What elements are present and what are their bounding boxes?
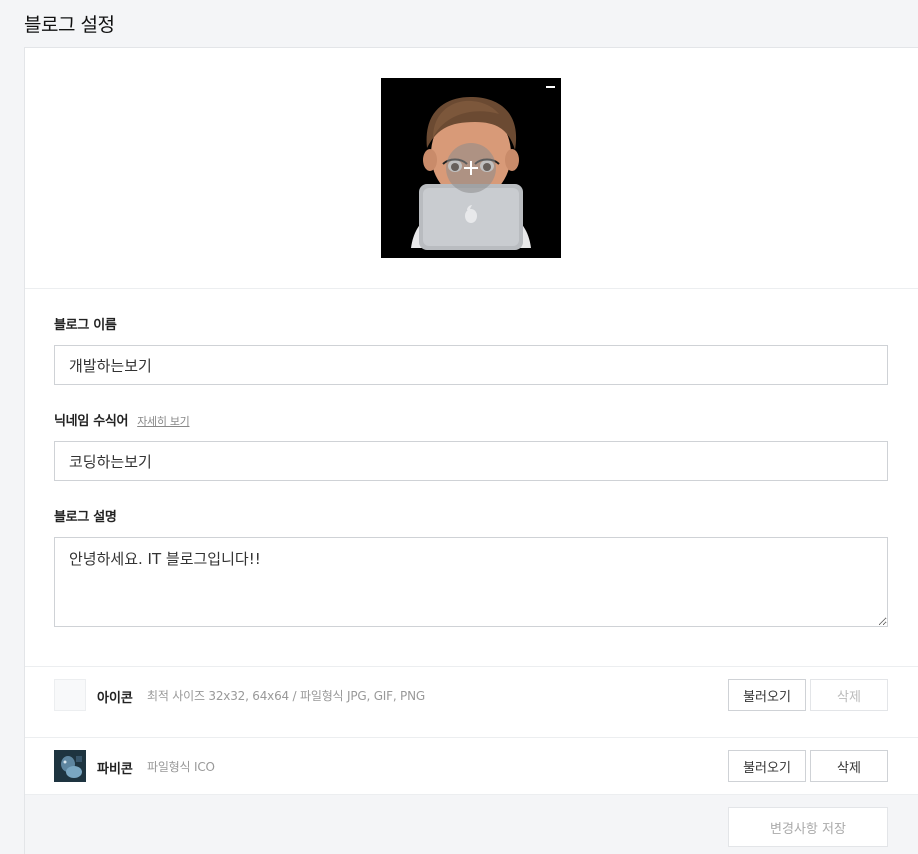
icon-delete-button[interactable]: 삭제 — [810, 679, 888, 711]
blog-name-label: 블로그 이름 — [54, 318, 117, 333]
save-changes-button[interactable]: 변경사항 저장 — [728, 807, 888, 847]
footer: 변경사항 저장 — [25, 795, 918, 854]
profile-section — [25, 48, 918, 289]
blog-name-group: 블로그 이름 — [54, 317, 889, 385]
blog-description-textarea[interactable]: 안녕하세요. IT 블로그입니다!! — [54, 537, 888, 627]
icon-thumbnail — [54, 679, 86, 711]
blog-description-label: 블로그 설명 — [54, 510, 117, 525]
icon-title: 아이콘 — [97, 691, 133, 706]
nickname-modifier-group: 닉네임 수식어 자세히 보기 — [54, 413, 889, 481]
favicon-row: 파비콘 파일형식 ICO 불러오기 삭제 — [25, 738, 918, 795]
icon-row: 아이콘 최적 사이즈 32x32, 64x64 / 파일형식 JPG, GIF,… — [25, 667, 918, 738]
blog-name-input[interactable] — [54, 345, 888, 385]
favicon-delete-button[interactable]: 삭제 — [810, 750, 888, 782]
details-link[interactable]: 자세히 보기 — [137, 413, 190, 431]
nickname-modifier-input[interactable] — [54, 441, 888, 481]
favicon-image — [54, 750, 86, 782]
favicon-load-button[interactable]: 불러오기 — [728, 750, 806, 782]
favicon-description: 파일형식 ICO — [147, 760, 215, 774]
favicon-thumbnail — [54, 750, 86, 782]
icon-load-button[interactable]: 불러오기 — [728, 679, 806, 711]
favicon-title: 파비콘 — [97, 762, 133, 777]
settings-panel: 블로그 이름 닉네임 수식어 자세히 보기 블로그 설명 안녕하세요. IT 블… — [24, 47, 918, 854]
blog-description-group: 블로그 설명 안녕하세요. IT 블로그입니다!! — [54, 509, 889, 627]
nickname-modifier-label: 닉네임 수식어 자세히 보기 — [54, 413, 190, 431]
page-title: 블로그 설정 — [24, 14, 115, 36]
form-section: 블로그 이름 닉네임 수식어 자세히 보기 블로그 설명 안녕하세요. IT 블… — [25, 289, 918, 667]
profile-image[interactable] — [381, 78, 561, 258]
icon-description: 최적 사이즈 32x32, 64x64 / 파일형식 JPG, GIF, PNG — [147, 689, 425, 703]
remove-image-button[interactable] — [545, 80, 557, 92]
add-image-button[interactable] — [446, 143, 496, 193]
